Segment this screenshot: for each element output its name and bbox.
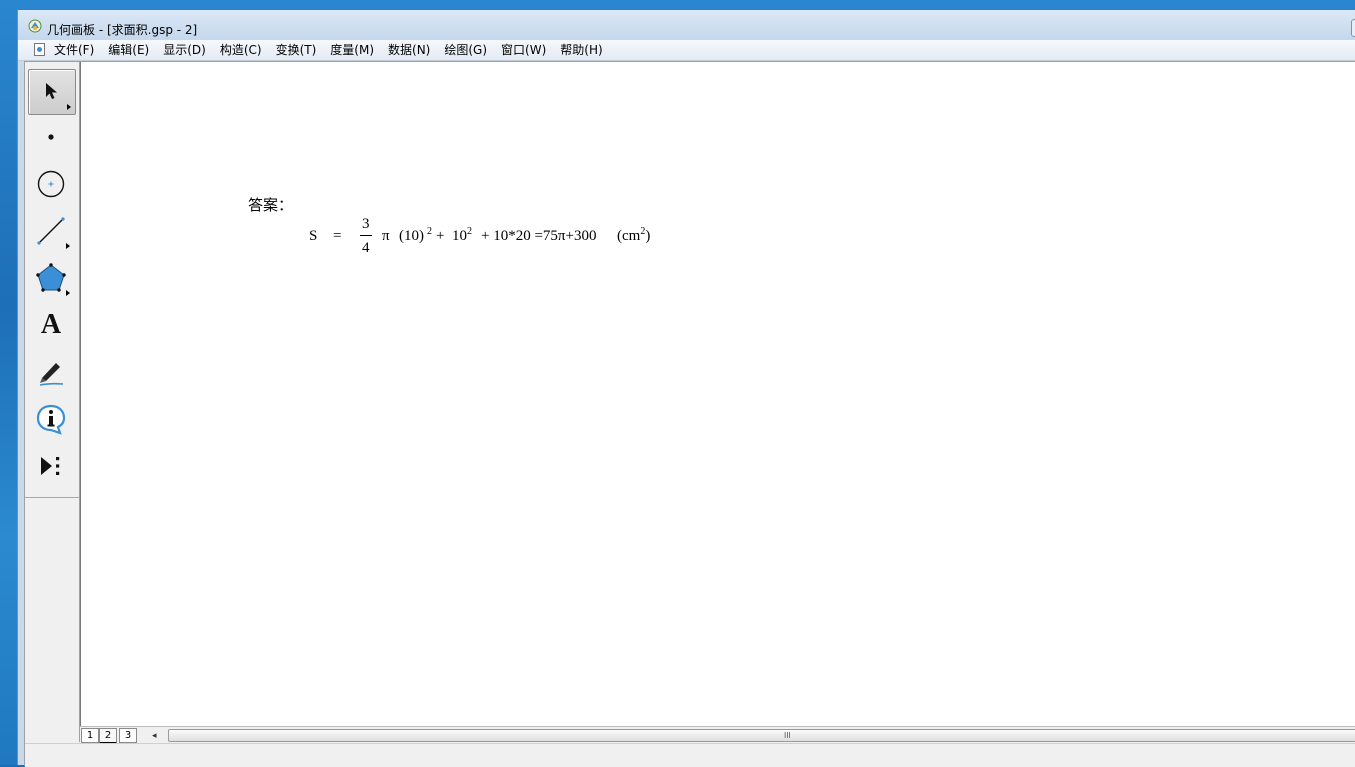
marker-pen-icon: [39, 363, 64, 386]
term2-exponent: 2: [467, 226, 472, 237]
menu-bar: 文件(F) 编辑(E) 显示(D) 构造(C) 变换(T) 度量(M) 数据(N…: [18, 40, 1355, 61]
answer-label[interactable]: 答案：: [248, 194, 293, 215]
point-icon: [48, 134, 54, 140]
menu-transform[interactable]: 变换(T): [276, 42, 317, 58]
menu-construct[interactable]: 构造(C): [220, 42, 262, 58]
custom-tool-icon: [41, 457, 60, 475]
document-icon[interactable]: [34, 43, 45, 56]
toolbox: A: [25, 62, 80, 742]
formula-term1: (10) 2: [399, 226, 432, 245]
tool-straightedge[interactable]: [28, 209, 74, 253]
straightedge-icon: [37, 217, 65, 245]
tool-custom[interactable]: [28, 444, 74, 488]
window-control-button[interactable]: [1351, 19, 1355, 37]
tool-arrow-select[interactable]: [28, 69, 76, 115]
window-title: 几何画板 - [求面积.gsp - 2]: [47, 23, 198, 37]
tool-compass[interactable]: [28, 162, 74, 206]
scroll-grip-icon[interactable]: III: [784, 730, 791, 741]
fraction-numerator: 3: [362, 216, 370, 232]
toolbox-divider: [25, 497, 79, 498]
menu-display[interactable]: 显示(D): [163, 42, 206, 58]
sketch-canvas[interactable]: 答案： S = 3 4 π (10) 2 + 102 + 10*20 =75π+3…: [80, 62, 1355, 726]
app-window: 几何画板 - [求面积.gsp - 2] 文件(F) 编辑(E) 显示(D) 构…: [17, 10, 1355, 767]
submenu-triangle-icon: [66, 290, 70, 296]
tool-point[interactable]: [28, 115, 74, 159]
tool-text[interactable]: A: [28, 303, 74, 347]
menu-graph[interactable]: 绘图(G): [444, 42, 487, 58]
status-bar: [25, 743, 1355, 767]
term1-exponent: 2: [427, 226, 432, 237]
tool-polygon[interactable]: [28, 256, 74, 300]
formula-plus: +: [436, 228, 445, 244]
formula-term2: 102: [452, 226, 472, 245]
menu-measure[interactable]: 度量(M): [330, 42, 374, 58]
term1-base: (10): [399, 228, 424, 244]
text-icon: A: [40, 309, 62, 340]
tool-information[interactable]: [28, 397, 74, 441]
unit-close: ): [645, 228, 651, 244]
title-bar[interactable]: 几何画板 - [求面积.gsp - 2]: [18, 10, 1355, 40]
fraction-denominator: 4: [362, 240, 370, 256]
unit-open: (cm: [617, 228, 641, 244]
fraction-bar: [360, 235, 372, 236]
menu-file[interactable]: 文件(F): [54, 42, 94, 58]
submenu-triangle-icon: [66, 243, 70, 249]
scroll-left-arrow-icon[interactable]: ◂: [152, 730, 157, 741]
document-area: A 答案： S = 3 4 π (10) 2 + 102 + 10*20 =75…: [24, 61, 1355, 767]
menu-help[interactable]: 帮助(H): [560, 42, 602, 58]
arrow-select-icon: [46, 83, 57, 99]
page-tab-bar: 1 2 3 ◂ III: [80, 726, 1355, 744]
page-tab-2[interactable]: 2: [99, 728, 117, 744]
formula-lhs: S: [309, 228, 318, 244]
unit-exponent: 2: [640, 226, 646, 237]
menu-edit[interactable]: 编辑(E): [108, 42, 149, 58]
formula-unit: (cm2): [617, 226, 651, 245]
menu-items: 文件(F) 编辑(E) 显示(D) 构造(C) 变换(T) 度量(M) 数据(N…: [54, 42, 617, 58]
compass-circle-icon: [37, 170, 65, 198]
geometers-sketchpad-app-icon: [28, 19, 42, 33]
formula-rest: + 10*20 =75π+300: [481, 228, 597, 244]
horizontal-scrollbar[interactable]: III: [168, 729, 1355, 742]
formula-equals: =: [333, 228, 342, 244]
formula-pi: π: [382, 228, 390, 244]
tool-marker[interactable]: [28, 350, 74, 394]
submenu-triangle-icon: [67, 104, 71, 110]
menu-data[interactable]: 数据(N): [388, 42, 430, 58]
information-icon: [36, 404, 66, 435]
page-tab-3[interactable]: 3: [119, 728, 137, 743]
menu-window[interactable]: 窗口(W): [501, 42, 546, 58]
page-tab-1[interactable]: 1: [81, 728, 99, 743]
term2-base: 10: [452, 228, 467, 244]
polygon-icon: [36, 263, 66, 292]
